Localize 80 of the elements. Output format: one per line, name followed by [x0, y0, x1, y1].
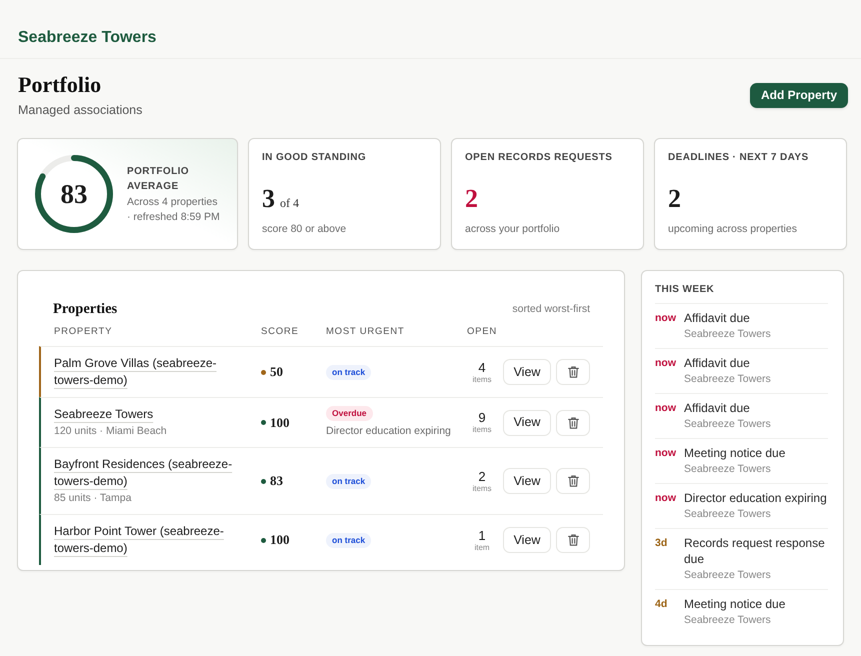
brand-title: Seabreeze Towers — [18, 28, 158, 48]
deadline-title: Affidavit due — [684, 355, 750, 371]
due-label: 4d — [655, 597, 668, 612]
property-details: 120 units · Miami Beach — [54, 424, 167, 439]
open-unit: items — [472, 374, 492, 384]
view-button[interactable]: View — [503, 527, 551, 553]
status-badge: Overdue — [326, 406, 372, 421]
property-name: Seabreeze Towers — [684, 462, 771, 477]
score-value: 50 — [270, 364, 283, 380]
delete-button[interactable] — [556, 410, 590, 436]
due-label: 3d — [655, 536, 668, 551]
open-unit: items — [472, 484, 492, 494]
stat-note: upcoming across properties — [668, 222, 797, 237]
property-link[interactable]: Harbor Point Tower (seabreeze-towers-demo) — [54, 523, 249, 557]
stat-value: 3 — [262, 184, 275, 214]
page-title: Portfolio — [18, 71, 102, 99]
property-name: Seabreeze Towers — [684, 568, 771, 583]
due-label: now — [655, 401, 677, 416]
trash-icon — [568, 366, 578, 378]
property-name: Seabreeze Towers — [684, 327, 771, 342]
stat-label: IN GOOD STANDING — [262, 151, 366, 165]
open-count: 9 — [478, 410, 486, 425]
delete-button[interactable] — [556, 468, 590, 494]
open-count: 2 — [478, 468, 486, 484]
stat-value: 2 — [465, 184, 478, 214]
stat-note: across your portfolio — [465, 222, 560, 237]
due-label: now — [655, 446, 677, 461]
open-unit: items — [472, 425, 492, 435]
open-count: 1 — [478, 528, 486, 542]
column-header: MOST URGENT — [326, 326, 404, 337]
section-title: Properties — [53, 300, 118, 318]
status-badge: on track — [326, 532, 372, 548]
view-button[interactable]: View — [503, 359, 551, 385]
property-link[interactable]: Seabreeze Towers — [54, 406, 154, 423]
score-value: 83 — [270, 473, 283, 489]
urgent-item-text: Director education expiring — [326, 424, 451, 439]
deadline-title: Affidavit due — [684, 310, 750, 326]
stat-note: score 80 or above — [262, 222, 346, 237]
sort-note: sorted worst-first — [512, 302, 590, 316]
stat-suffix: of 4 — [280, 195, 299, 212]
property-name: Seabreeze Towers — [684, 372, 771, 387]
score-value: 100 — [270, 532, 290, 548]
deadline-title: Records request response due — [684, 535, 826, 567]
score-value: 100 — [270, 414, 290, 430]
property-link[interactable]: Palm Grove Villas (seabreeze-towers-demo) — [54, 355, 249, 389]
deadline-title: Director education expiring — [684, 490, 827, 506]
property-details: 85 units · Tampa — [54, 491, 132, 506]
stat-note: Across 4 properties · refreshed 8:59 PM — [127, 194, 221, 224]
column-header: OPEN — [467, 326, 497, 337]
property-name: Seabreeze Towers — [684, 507, 771, 522]
deadline-title: Affidavit due — [684, 400, 750, 416]
property-link[interactable]: Bayfront Residences (seabreeze-towers-demo) — [54, 456, 249, 490]
open-unit: item — [474, 542, 490, 552]
trash-icon — [568, 534, 578, 546]
add-property-button[interactable]: Add Property — [750, 82, 848, 108]
property-name: Seabreeze Towers — [684, 613, 771, 628]
stat-value: 83 — [60, 179, 88, 209]
stat-label: OPEN RECORDS REQUESTS — [465, 151, 612, 165]
trash-icon — [568, 475, 578, 487]
column-header: PROPERTY — [54, 326, 112, 337]
property-name: Seabreeze Towers — [684, 417, 771, 432]
view-button[interactable]: View — [503, 410, 551, 436]
section-title: THIS WEEK — [655, 283, 716, 297]
status-badge: on track — [326, 474, 372, 488]
delete-button[interactable] — [556, 359, 590, 385]
trash-icon — [568, 416, 578, 428]
due-label: now — [655, 356, 677, 371]
view-button[interactable]: View — [503, 468, 551, 494]
delete-button[interactable] — [556, 527, 590, 553]
deadline-title: Meeting notice due — [684, 445, 786, 461]
stat-label: DEADLINES · NEXT 7 DAYS — [668, 151, 809, 165]
status-badge: on track — [326, 364, 372, 380]
page-subtitle: Managed associations — [18, 102, 142, 119]
due-label: now — [655, 311, 677, 326]
stat-value: 2 — [668, 184, 681, 214]
deadline-title: Meeting notice due — [684, 596, 786, 612]
column-header: SCORE — [261, 326, 299, 337]
open-count: 4 — [478, 360, 486, 374]
due-label: now — [655, 491, 677, 506]
stat-label: PORTFOLIO AVERAGE — [127, 164, 190, 194]
